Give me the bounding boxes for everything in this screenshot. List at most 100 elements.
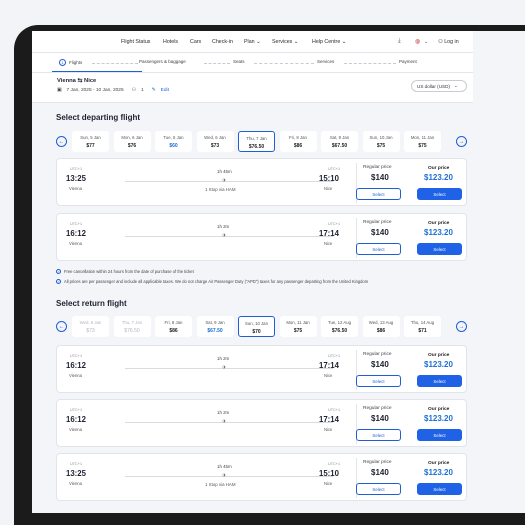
step-passengers[interactable]: Passengers & baggage <box>139 59 186 64</box>
date-option[interactable]: Thu, 14 Aug $71 <box>404 316 441 337</box>
swap-icon[interactable]: ⇆ <box>78 78 83 84</box>
route-line <box>125 422 333 423</box>
nav-help-centre[interactable]: Help Centre ⌄ <box>312 39 346 45</box>
select-regular-button[interactable]: Select <box>356 188 401 200</box>
select-regular-button[interactable]: Select <box>356 243 401 255</box>
departure-time: 13:25 <box>66 469 86 478</box>
flight-duration: 1h 2m <box>217 224 230 229</box>
departure-time: 13:25 <box>66 174 86 183</box>
date-option[interactable]: Sat, 9 Jan $67.50 <box>321 131 358 152</box>
date-label: Sun, 5 Jan <box>80 135 101 140</box>
our-price-label: Our price <box>428 461 450 466</box>
return-date-strip: Wed, 6 Jan $73 Thu, 7 Jan $76.50 Fri, 8 Jan $… <box>72 316 448 337</box>
download-icon[interactable]: ⤓ <box>398 38 401 45</box>
step-number: 1 <box>59 59 66 66</box>
regular-price: $140 <box>371 173 389 182</box>
select-our-price-button[interactable]: Select <box>417 429 462 441</box>
our-price: $123.20 <box>424 360 453 369</box>
date-label: Sat, 9 Jan <box>329 135 350 140</box>
step-divider <box>344 63 396 64</box>
departing-date-strip: Sun, 5 Jan $77 Mon, 6 Jan $76 Tue, 5 Jan $60 W… <box>72 131 448 152</box>
date-price: $73 <box>210 143 220 149</box>
date-price: $76 <box>127 143 137 149</box>
date-label: Tue, 5 Jan <box>163 135 184 140</box>
date-option[interactable]: Sat, 9 Jan $67.50 <box>196 316 234 337</box>
departure-time: 16:12 <box>66 415 86 424</box>
flight-duration: 1h 2m <box>217 356 230 361</box>
arrow-left-icon: ← <box>58 323 65 330</box>
passenger-count: 1 <box>140 88 144 93</box>
edit-icon[interactable]: ✎ <box>152 88 156 93</box>
date-option[interactable]: Mon, 6 Jan $76 <box>113 131 151 152</box>
next-dates-button[interactable]: → <box>456 136 467 147</box>
date-option[interactable]: Sun, 10 Jan $70 <box>238 316 275 337</box>
select-regular-button[interactable]: Select <box>356 375 401 387</box>
date-option[interactable]: Sun, 10 Jan $75 <box>362 131 400 152</box>
date-label: Thu, 7 Jan <box>246 136 267 141</box>
nav-plan[interactable]: Plan ⌄ <box>244 39 261 45</box>
date-price: $73 <box>86 328 95 334</box>
chevron-down-icon: ⌄ <box>453 83 458 88</box>
arrival-city: Nice <box>324 241 333 246</box>
select-regular-button[interactable]: Select <box>356 483 401 495</box>
date-price: $76.50 <box>331 328 348 334</box>
currency-select[interactable]: US dollar (USD) ⌄ <box>411 80 467 92</box>
date-option: Wed, 6 Jan $73 <box>72 316 109 337</box>
arrival-time: 17:14 <box>319 361 339 370</box>
step-services[interactable]: Services <box>317 59 334 64</box>
date-option[interactable]: Thu, 7 Jan $76.50 <box>238 131 275 152</box>
date-option[interactable]: Fri, 8 Jan $86 <box>155 316 192 337</box>
chevron-down-icon[interactable]: ⌄ <box>424 39 428 45</box>
date-label: Sun, 10 Jan <box>369 135 393 140</box>
next-dates-button[interactable]: → <box>456 321 467 332</box>
select-our-price-button[interactable]: Select <box>417 188 462 200</box>
date-price: $86 <box>293 143 303 149</box>
flag-icon[interactable]: ◍ <box>415 38 420 45</box>
date-option[interactable]: Wed, 13 Aug $86 <box>362 316 400 337</box>
route-details: ▣ 7 Jan, 2025 - 10 Jan, 2025 ⚇ 1 ✎ Edit <box>57 88 169 93</box>
flight-card: UTC+1 16:12 Vienna 1h 2m ✈ UTC+1 17:14 Nice Regu… <box>56 399 467 447</box>
nav-hotels[interactable]: Hotels <box>163 39 178 45</box>
date-option[interactable]: Mon, 11 Jan $75 <box>404 131 441 152</box>
date-option[interactable]: Mon, 11 Jan $75 <box>279 316 317 337</box>
nav-cars[interactable]: Cars <box>190 39 201 45</box>
departing-title: Select departing flight <box>56 113 141 122</box>
select-our-price-button[interactable]: Select <box>417 483 462 495</box>
arrival-timezone: UTC+1 <box>328 354 341 358</box>
nav-flight-status[interactable]: Flight Status <box>121 39 150 45</box>
step-flights[interactable]: 1 Flights <box>59 59 82 66</box>
nav-check-in[interactable]: Check-in <box>212 39 233 45</box>
date-label: Mon, 11 Jan <box>410 135 435 140</box>
step-payment[interactable]: Payment <box>399 59 417 64</box>
regular-price-label: Regular price <box>363 220 392 225</box>
prev-dates-button[interactable]: ← <box>56 136 67 147</box>
nav-services[interactable]: Services ⌄ <box>272 39 298 45</box>
arrival-timezone: UTC+1 <box>328 167 341 171</box>
regular-price-label: Regular price <box>363 406 392 411</box>
select-regular-button[interactable]: Select <box>356 429 401 441</box>
chevron-down-icon: ⌄ <box>341 39 347 45</box>
login-link[interactable]: ⚇ Log in <box>438 39 459 45</box>
date-price: $75 <box>376 143 386 149</box>
regular-price-label: Regular price <box>363 165 392 170</box>
date-option[interactable]: Tue, 5 Jan $60 <box>155 131 192 152</box>
date-option[interactable]: Sun, 5 Jan $77 <box>72 131 109 152</box>
date-option[interactable]: Tue, 12 Aug $76.50 <box>321 316 358 337</box>
step-seats[interactable]: Seats <box>233 59 245 64</box>
route-line <box>125 368 333 369</box>
arrival-city: Nice <box>324 373 333 378</box>
date-price: $75 <box>293 328 303 334</box>
arrival-city: Nice <box>324 427 333 432</box>
date-option[interactable]: Wed, 6 Jan $73 <box>196 131 234 152</box>
date-label: Thu, 7 Jan <box>121 320 143 325</box>
select-our-price-button[interactable]: Select <box>417 375 462 387</box>
prev-dates-button[interactable]: ← <box>56 321 67 332</box>
select-our-price-button[interactable]: Select <box>417 243 462 255</box>
our-price: $123.20 <box>424 173 453 182</box>
edit-link[interactable]: Edit <box>161 88 169 93</box>
route-summary: Vienna ⇆ Nice ▣ 7 Jan, 2025 - 10 Jan, 20… <box>32 73 473 103</box>
arrival-city: Nice <box>324 481 333 486</box>
date-label: Sun, 10 Jan <box>245 321 268 326</box>
date-price: $86 <box>169 328 178 334</box>
date-option[interactable]: Fri, 8 Jan $86 <box>279 131 317 152</box>
